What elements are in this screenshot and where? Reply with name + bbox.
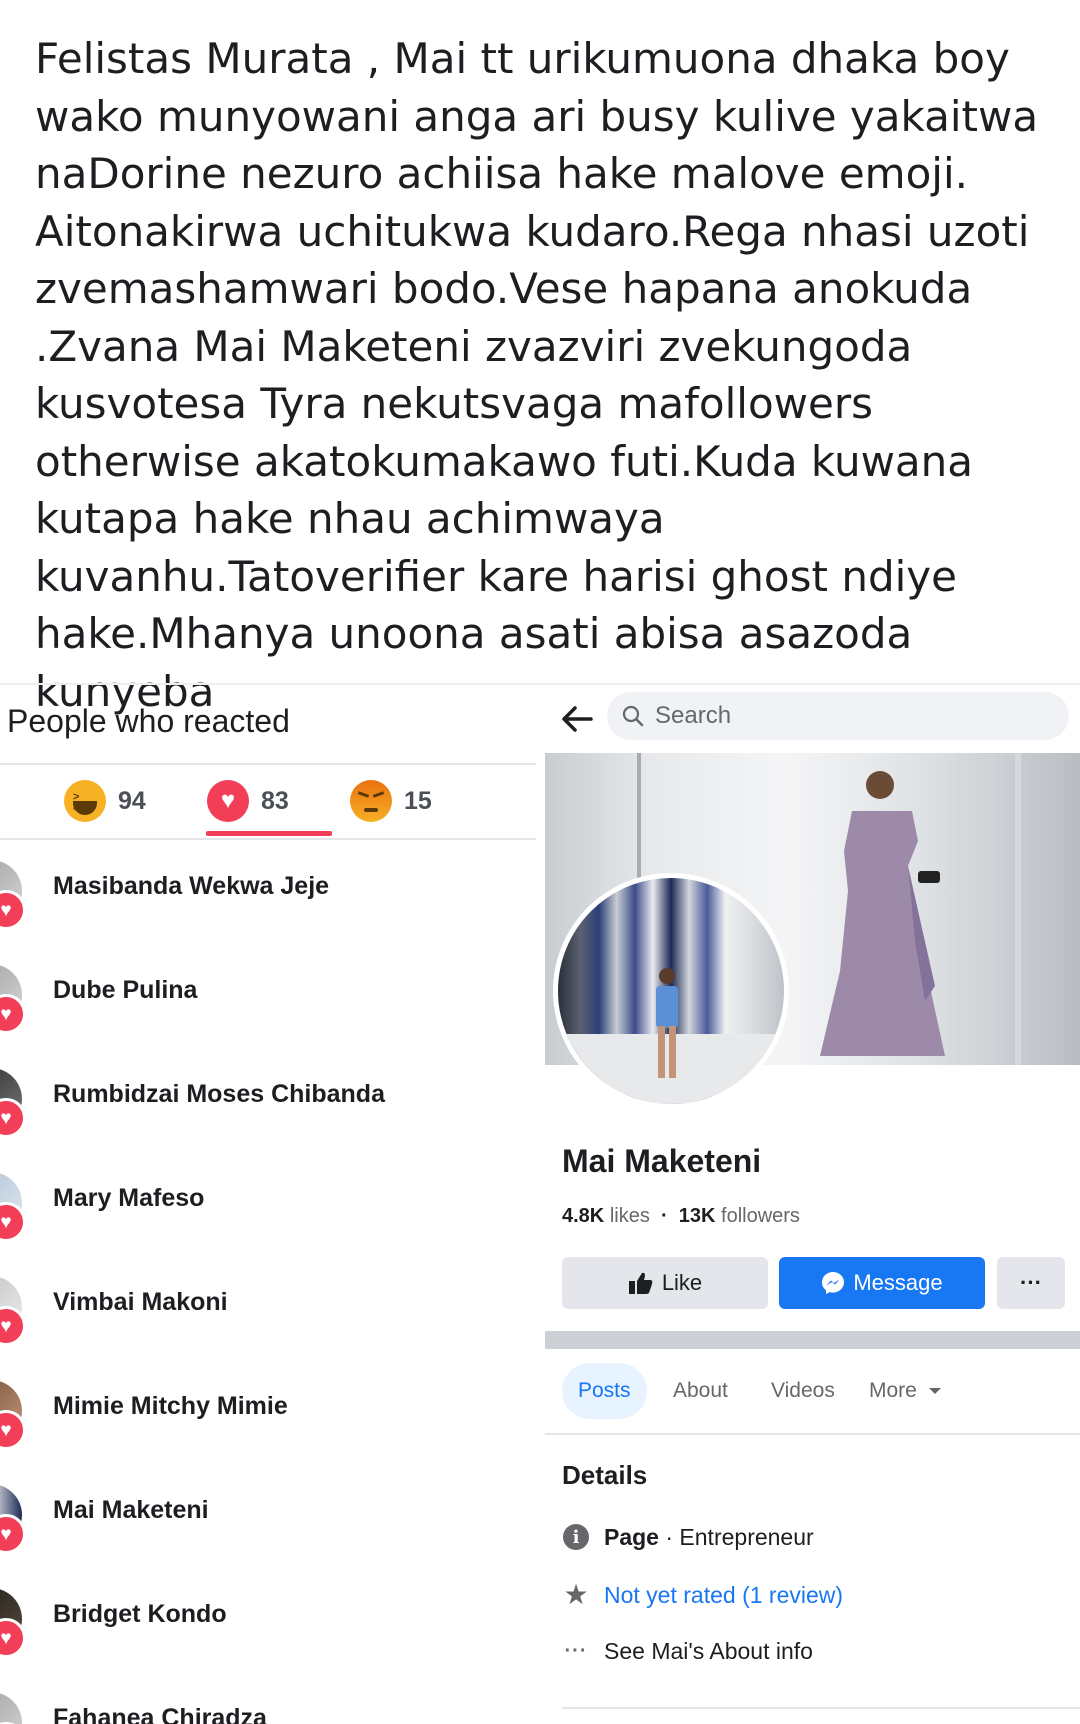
about-info-link[interactable]: See Mai's About info — [604, 1638, 813, 1665]
person-name[interactable]: Rumbidzai Moses Chibanda — [53, 1080, 385, 1109]
profile-panel: Mai Maketeni 4.8K likes · 13K followers … — [545, 685, 1080, 1724]
more-options-button[interactable]: ··· — [997, 1257, 1065, 1309]
list-item[interactable]: ♥ Rumbidzai Moses Chibanda — [0, 1068, 538, 1172]
angry-emoji-icon — [350, 780, 392, 822]
tab-haha[interactable]: >< 94 — [64, 765, 146, 837]
tab-videos[interactable]: Videos — [771, 1363, 835, 1419]
love-emoji-icon: ♥ — [207, 780, 249, 822]
person-name[interactable]: Vimbai Makoni — [53, 1288, 228, 1317]
star-icon: ★ — [563, 1579, 589, 1610]
avatar — [0, 1692, 22, 1724]
page-category: · Entrepreneur — [665, 1523, 814, 1550]
detail-about-info[interactable]: ··· See Mai's About info — [562, 1637, 813, 1665]
person-name[interactable]: Mimie Mitchy Mimie — [53, 1392, 288, 1421]
rating-link[interactable]: Not yet rated (1 review) — [604, 1582, 843, 1609]
love-badge-icon: ♥ — [0, 994, 26, 1034]
divider — [562, 1707, 1080, 1709]
detail-page-category: i Page · Entrepreneur — [562, 1523, 814, 1551]
post-text: Felistas Murata , Mai tt urikumuona dhak… — [35, 34, 1039, 716]
tab-posts[interactable]: Posts — [562, 1363, 647, 1419]
love-badge-icon: ♥ — [0, 1514, 26, 1554]
love-badge-icon: ♥ — [0, 1098, 26, 1138]
message-button[interactable]: Message — [779, 1257, 985, 1309]
divider — [0, 838, 536, 840]
cover-image — [820, 771, 945, 1056]
list-item[interactable]: ♥ Vimbai Makoni — [0, 1276, 538, 1380]
angry-count: 15 — [404, 786, 432, 815]
search-input[interactable] — [655, 702, 1035, 730]
person-name[interactable]: Masibanda Wekwa Jeje — [53, 872, 329, 901]
message-label: Message — [853, 1270, 943, 1295]
list-item[interactable]: ♥ Masibanda Wekwa Jeje — [0, 860, 538, 964]
stats-separator: · — [660, 1205, 668, 1227]
tab-about[interactable]: About — [673, 1363, 728, 1419]
person-name[interactable]: Mai Maketeni — [53, 1496, 209, 1525]
reactions-title: People who reacted — [7, 703, 290, 739]
profile-picture[interactable] — [553, 873, 789, 1109]
love-badge-icon: ♥ — [0, 890, 26, 930]
reactions-panel: People who reacted >< 94 ♥ 83 15 ♥ Masi — [0, 685, 538, 1724]
page-name: Mai Maketeni — [562, 1143, 762, 1179]
tab-angry[interactable]: 15 — [350, 765, 432, 837]
love-badge-icon: ♥ — [0, 1618, 26, 1658]
list-item[interactable]: ♥ Bridget Kondo — [0, 1588, 538, 1692]
list-item[interactable]: ♥ Mary Mafeso — [0, 1172, 538, 1276]
divider — [545, 1433, 1080, 1435]
list-item[interactable]: ♥ Mimie Mitchy Mimie — [0, 1380, 538, 1484]
search-icon — [622, 705, 644, 727]
reaction-tabs: >< 94 ♥ 83 15 — [0, 765, 536, 837]
haha-count: 94 — [118, 786, 146, 815]
page-label: Page — [604, 1523, 659, 1550]
active-tab-indicator — [206, 831, 332, 836]
detail-rating[interactable]: ★ Not yet rated (1 review) — [562, 1581, 843, 1609]
love-badge-icon: ♥ — [0, 1306, 26, 1346]
love-badge-icon: ♥ — [0, 1410, 26, 1450]
search-bar[interactable] — [607, 692, 1069, 740]
profile-tabs: Posts About Videos More — [545, 1363, 1080, 1419]
haha-emoji-icon: >< — [64, 780, 106, 822]
page-stats: 4.8K likes · 13K followers — [562, 1205, 800, 1228]
tab-more-label: More — [869, 1379, 917, 1402]
person-name[interactable]: Fahanea Chiradza — [53, 1704, 267, 1724]
likes-count: 4.8K — [562, 1205, 605, 1227]
messenger-icon — [822, 1272, 845, 1294]
list-item[interactable]: ♥ Fahanea Chiradza — [0, 1692, 538, 1724]
person-name[interactable]: Dube Pulina — [53, 976, 197, 1005]
love-badge-icon: ♥ — [0, 1202, 26, 1242]
love-count: 83 — [261, 786, 289, 815]
person-name[interactable]: Mary Mafeso — [53, 1184, 204, 1213]
tab-more[interactable]: More — [869, 1363, 943, 1419]
followers-label: followers — [721, 1205, 800, 1227]
caret-down-icon — [928, 1388, 941, 1394]
list-item[interactable]: ♥ Dube Pulina — [0, 964, 538, 1068]
like-button[interactable]: Like — [562, 1257, 768, 1309]
followers-count: 13K — [678, 1205, 716, 1227]
likes-label: likes — [609, 1205, 650, 1227]
person-name[interactable]: Bridget Kondo — [53, 1600, 227, 1629]
details-title: Details — [562, 1460, 648, 1490]
more-dots-icon: ··· — [1020, 1270, 1042, 1295]
back-arrow-icon[interactable] — [557, 699, 597, 739]
tab-love[interactable]: ♥ 83 — [207, 765, 289, 837]
thumbs-up-icon — [628, 1272, 653, 1294]
section-divider — [545, 1331, 1080, 1349]
like-label: Like — [661, 1270, 703, 1295]
more-dots-icon: ··· — [564, 1639, 588, 1662]
info-icon: i — [563, 1524, 589, 1550]
list-item[interactable]: ♥ Mai Maketeni — [0, 1484, 538, 1588]
